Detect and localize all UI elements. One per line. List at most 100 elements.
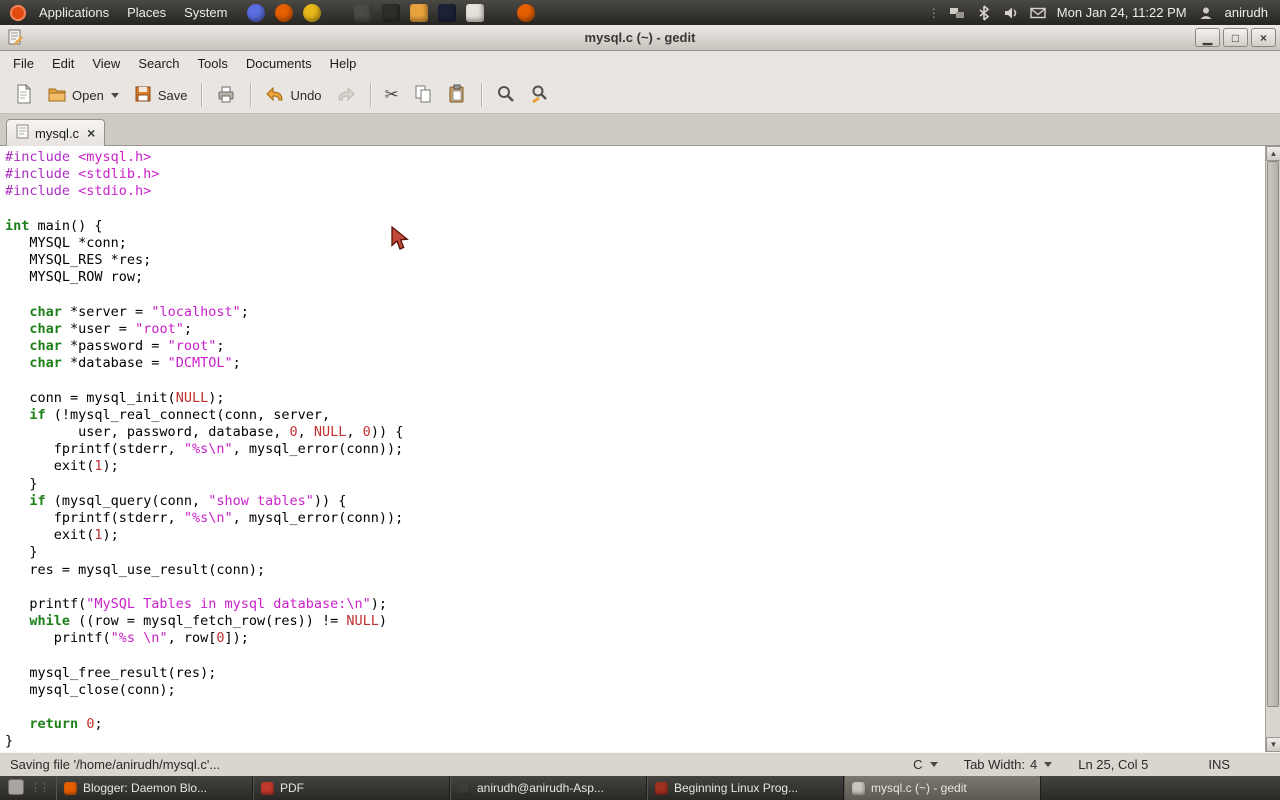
maximize-button[interactable]: □ (1223, 28, 1248, 47)
cut-icon: ✂ (384, 85, 399, 104)
menu-bar: File Edit View Search Tools Documents Help (0, 51, 1280, 77)
toolbar-separator (369, 83, 371, 107)
code-line: char *user = "root"; (29, 320, 192, 337)
user-menu[interactable]: anirudh (1225, 5, 1268, 20)
taskbar-item[interactable]: mysql.c (~) - gedit (844, 776, 1041, 800)
titlebar[interactable]: mysql.c (~) - gedit ▁ □ × (0, 25, 1280, 51)
tab-width-label: Tab Width: (963, 757, 1025, 772)
redo-button[interactable] (330, 81, 362, 110)
search-replace-icon (530, 84, 550, 107)
panel-menu-applications[interactable]: Applications (30, 0, 118, 25)
code-line: #include <stdlib.h> (5, 166, 160, 183)
chevron-down-icon (110, 92, 119, 98)
paste-button[interactable] (441, 81, 473, 110)
scroll-up-icon[interactable]: ▲ (1266, 146, 1280, 161)
undo-icon (265, 84, 285, 107)
code-line: user, password, database, 0, NULL, 0)) { (5, 424, 404, 440)
book-task-icon (655, 781, 668, 795)
indicator-grip[interactable]: ⋮ (928, 6, 940, 20)
code-line: fprintf(stderr, "%s\n", mysql_error(conn… (5, 441, 404, 458)
find-button[interactable] (490, 81, 522, 110)
tab-width-combo[interactable]: Tab Width: 4 (964, 757, 1053, 772)
panel-menus: Applications Places System (30, 0, 236, 25)
chevron-down-icon (1044, 762, 1053, 767)
undo-button[interactable]: Undo (259, 81, 327, 110)
cut-button[interactable]: ✂ (379, 82, 405, 108)
code-line: char *password = "root"; (29, 338, 225, 355)
terminal-launcher-icon[interactable] (382, 3, 401, 22)
code-line: #include <mysql.h> (5, 149, 152, 165)
top-panel: Applications Places System ⋮ Mon Jan 24, 1… (0, 0, 1280, 25)
code-line: MYSQL *conn; (5, 234, 127, 251)
code-line: printf("%s \n", row[0]); (5, 630, 249, 647)
taskbar: ⋮⋮ Blogger: Daemon Blo... PDF anirudh@anir… (0, 776, 1280, 800)
home-folder-icon[interactable] (410, 3, 429, 22)
software-center-icon[interactable] (303, 3, 322, 22)
gimp-icon[interactable] (247, 3, 266, 22)
toolbar-separator (250, 83, 252, 107)
editor: #include <mysql.h> #include <stdlib.h> #in… (0, 146, 1280, 752)
menu-view[interactable]: View (83, 51, 129, 77)
bluetooth-icon[interactable] (976, 4, 992, 21)
show-desktop-icon[interactable] (8, 779, 24, 795)
gedit-task-icon (852, 781, 865, 795)
menu-tools[interactable]: Tools (189, 51, 237, 77)
network-icon[interactable] (949, 5, 965, 21)
taskbar-item-label: Beginning Linux Prog... (674, 781, 799, 795)
taskbar-item[interactable]: PDF (253, 776, 450, 800)
display-icon[interactable] (354, 3, 373, 22)
firefox-icon[interactable] (275, 3, 294, 22)
open-label: Open (72, 87, 104, 103)
taskbar-item[interactable]: Blogger: Daemon Blo... (56, 776, 253, 800)
code-area[interactable]: #include <mysql.h> #include <stdlib.h> #in… (0, 146, 1265, 752)
code-line: mysql_free_result(res); (5, 664, 217, 681)
copy-button[interactable] (407, 81, 439, 110)
mail-icon[interactable] (1030, 5, 1046, 21)
menu-file[interactable]: File (4, 51, 43, 77)
code-line: } (5, 544, 38, 561)
print-button[interactable] (210, 81, 242, 110)
screenshot-icon[interactable] (438, 3, 457, 22)
taskbar-item[interactable]: anirudh@anirudh-Asp... (450, 776, 647, 800)
taskbar-item-label: mysql.c (~) - gedit (871, 781, 967, 795)
copy-icon (413, 84, 433, 107)
ubuntu-logo-icon[interactable] (10, 4, 26, 21)
replace-button[interactable] (524, 81, 556, 110)
code-line: exit(1); (5, 527, 119, 544)
code-line: res = mysql_use_result(conn); (5, 561, 266, 578)
vertical-scrollbar[interactable]: ▲ ▼ (1265, 146, 1280, 752)
menu-search[interactable]: Search (129, 51, 188, 77)
tab-mysql-c[interactable]: mysql.c × (6, 119, 106, 146)
new-document-button[interactable] (7, 81, 39, 110)
menu-documents[interactable]: Documents (237, 51, 321, 77)
text-editor-icon[interactable] (466, 3, 485, 22)
panel-launchers (242, 3, 540, 22)
cursor-position: Ln 25, Col 5 (1078, 757, 1149, 772)
window-list-grip[interactable]: ⋮⋮ (30, 776, 50, 800)
language-combo[interactable]: C (913, 757, 938, 772)
scroll-down-icon[interactable]: ▼ (1266, 737, 1280, 752)
close-button[interactable]: × (1251, 28, 1276, 47)
panel-menu-places[interactable]: Places (118, 0, 175, 25)
volume-icon[interactable] (1003, 5, 1019, 21)
save-button[interactable]: Save (127, 81, 194, 110)
minimize-button[interactable]: ▁ (1195, 28, 1220, 47)
firefox-launcher-icon[interactable] (517, 3, 536, 22)
panel-menu-system[interactable]: System (175, 0, 236, 25)
taskbar-item[interactable]: Beginning Linux Prog... (647, 776, 844, 800)
code-line: mysql_close(conn); (5, 681, 176, 698)
menu-help[interactable]: Help (321, 51, 366, 77)
clock[interactable]: Mon Jan 24, 11:22 PM (1057, 5, 1187, 20)
menu-edit[interactable]: Edit (43, 51, 83, 77)
save-label: Save (157, 87, 188, 103)
tab-close-icon[interactable]: × (87, 125, 95, 141)
open-button[interactable]: Open (41, 81, 125, 110)
scrollbar-thumb[interactable] (1267, 161, 1279, 707)
code-line: int main() { (5, 217, 103, 234)
code-line: return 0; (29, 716, 103, 733)
code-line: conn = mysql_init(NULL); (5, 389, 225, 406)
toolbar-separator (201, 83, 203, 107)
